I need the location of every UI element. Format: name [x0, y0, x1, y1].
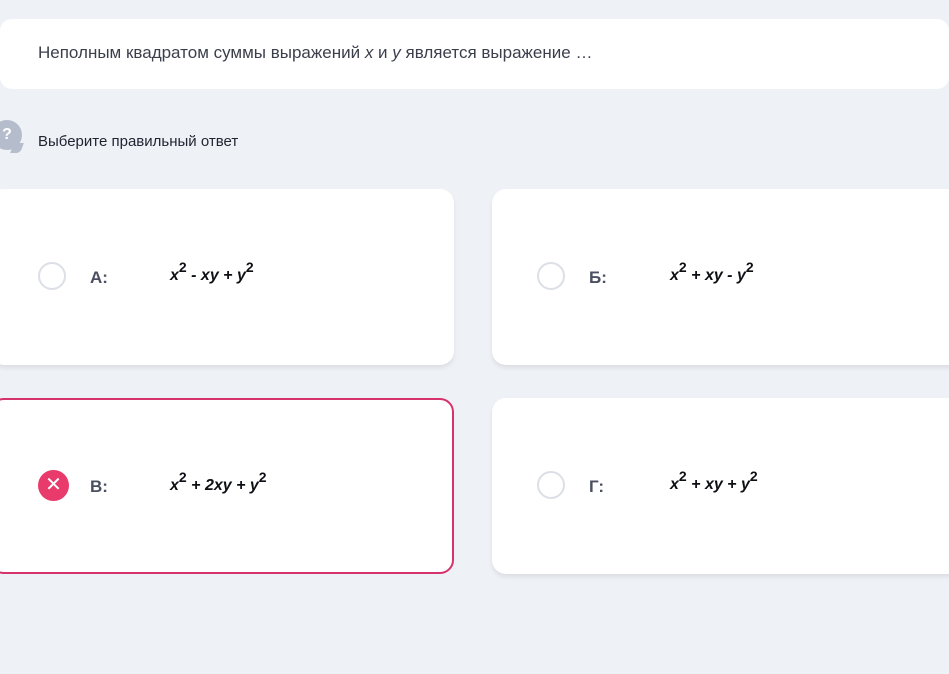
- answer-option-a[interactable]: А: x2 - xy + y2: [0, 189, 454, 365]
- question-text-part: является выражение …: [400, 43, 593, 62]
- question-text-part: и: [373, 43, 393, 62]
- formula-v: x2 + 2xy + y2: [170, 469, 267, 494]
- question-mark-icon: ?: [0, 120, 22, 150]
- formula-b: x2 + xy - y2: [670, 259, 754, 284]
- answer-option-g[interactable]: Г: x2 + xy + y2: [492, 398, 949, 574]
- option-label-v: В:: [90, 477, 108, 496]
- question-card: Неполным квадратом суммы выражений x и y…: [0, 19, 949, 89]
- radio-button-g[interactable]: [537, 471, 565, 499]
- question-text-part: Неполным квадратом суммы выражений: [38, 43, 365, 62]
- answer-option-b[interactable]: Б: x2 + xy - y2: [492, 189, 949, 365]
- radio-button-a[interactable]: [38, 262, 66, 290]
- formula-a: x2 - xy + y2: [170, 259, 254, 284]
- formula-g: x2 + xy + y2: [670, 468, 758, 493]
- option-label-g: Г:: [589, 477, 605, 496]
- wrong-answer-icon[interactable]: ✕: [38, 470, 69, 501]
- instruction-text: Выберите правильный ответ: [38, 133, 239, 150]
- option-label-a: А:: [90, 268, 108, 287]
- variable-y: y: [392, 43, 401, 62]
- option-label-b: Б:: [589, 268, 607, 287]
- answer-option-v[interactable]: ✕ В: x2 + 2xy + y2: [0, 398, 454, 574]
- question-text: Неполным квадратом суммы выражений x и y…: [38, 43, 592, 63]
- radio-button-b[interactable]: [537, 262, 565, 290]
